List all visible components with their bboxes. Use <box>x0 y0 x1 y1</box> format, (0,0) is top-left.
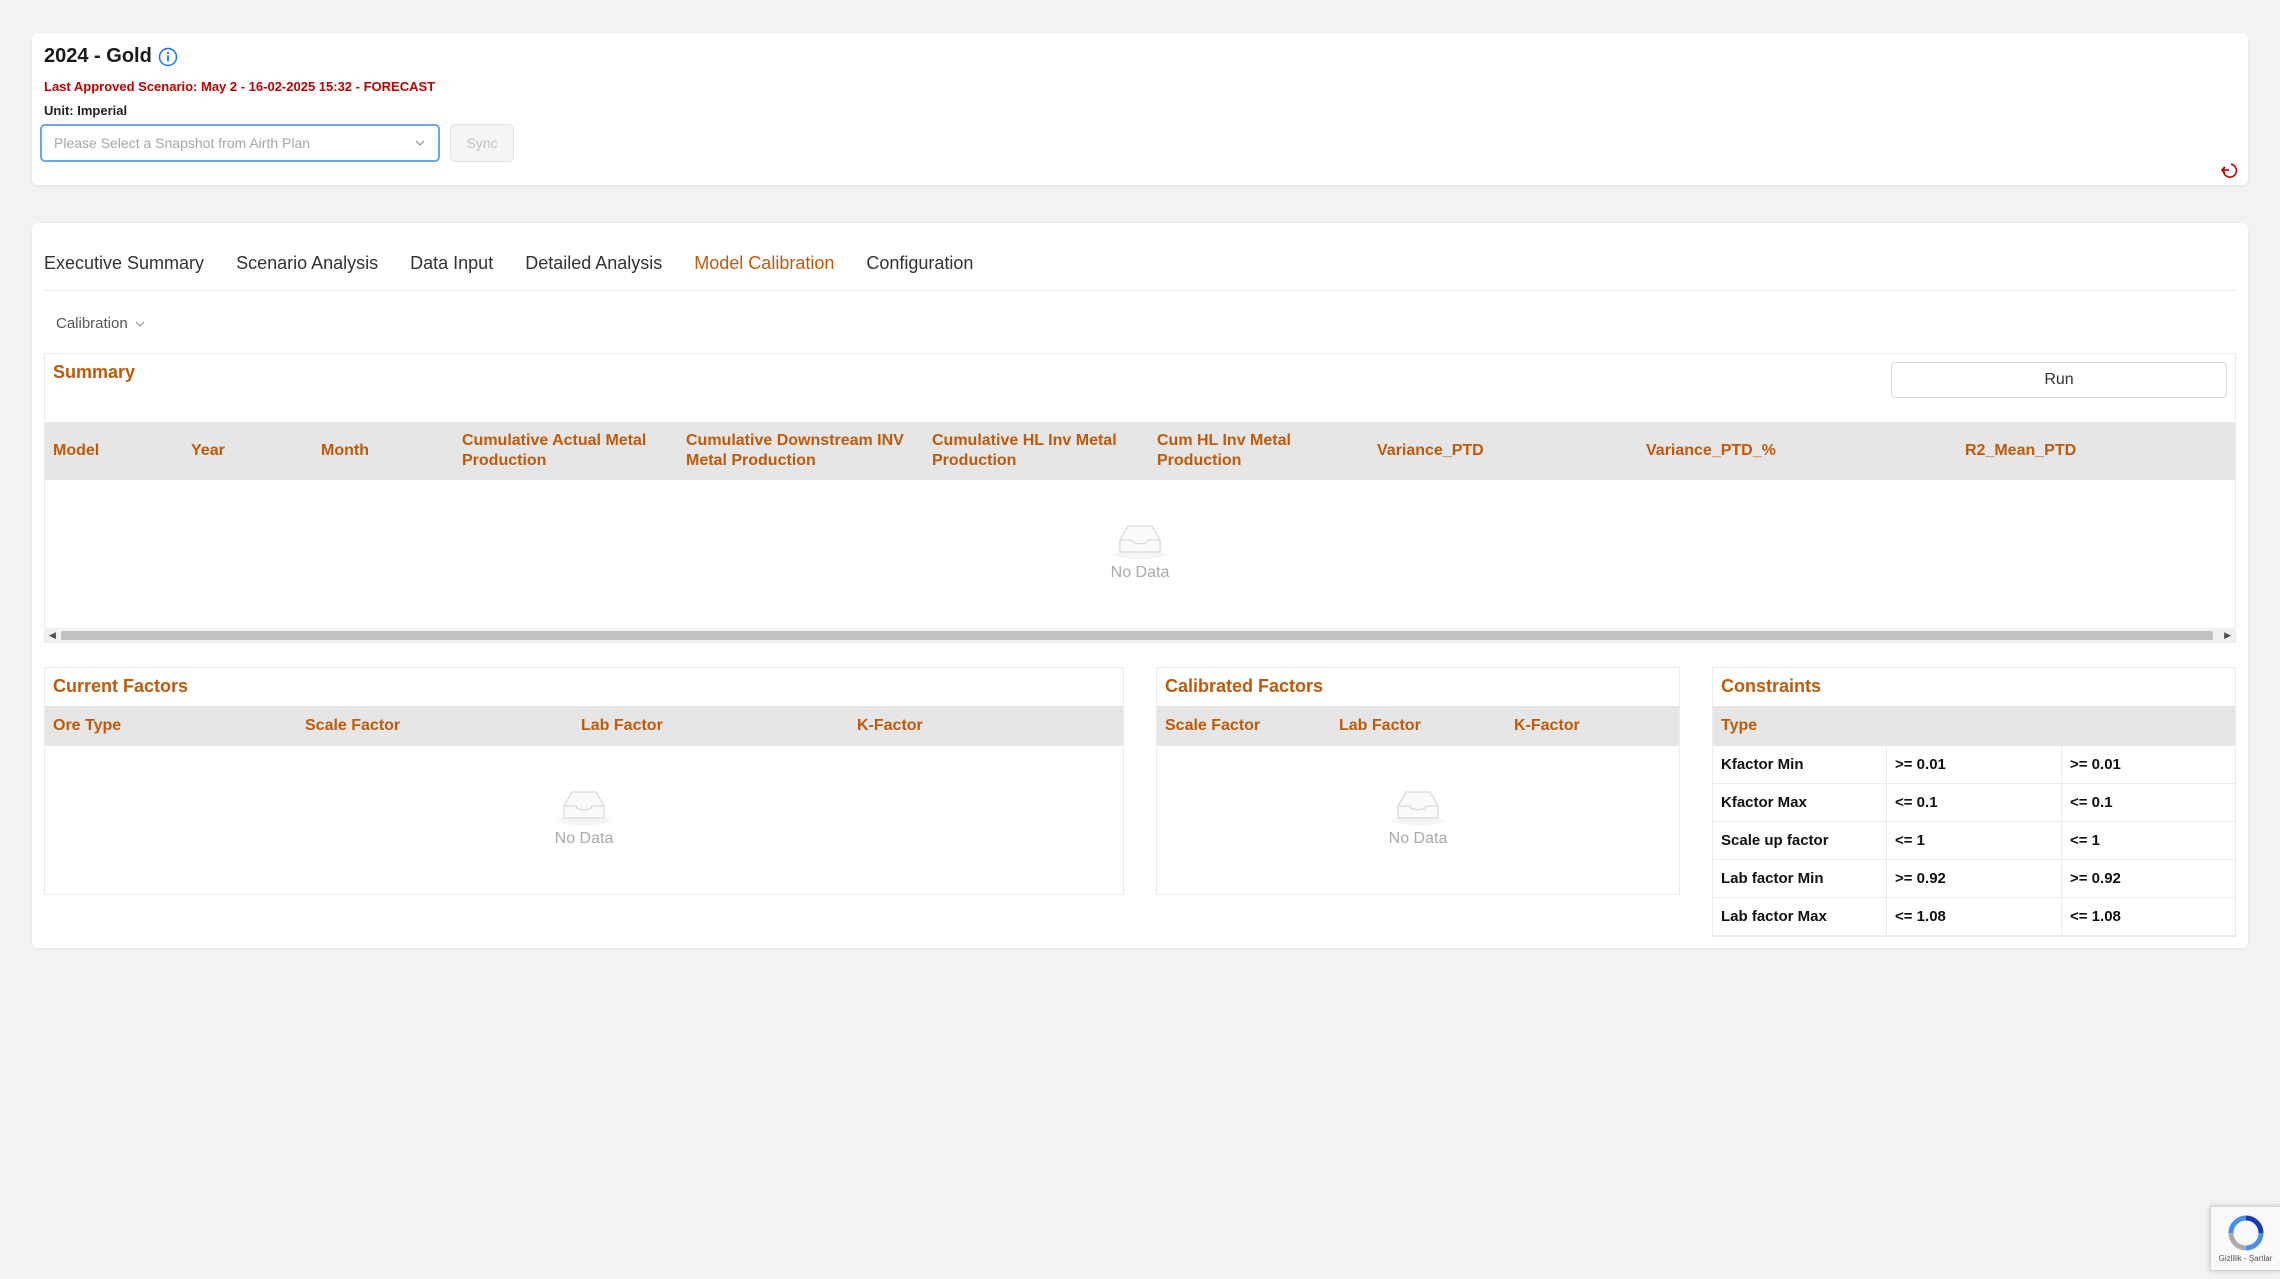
column-header[interactable]: Variance_PTD <box>1369 441 1638 461</box>
constraint-value: <= 1 <box>1887 822 2062 859</box>
page-title: 2024 - Gold <box>44 45 152 67</box>
column-header[interactable]: K-Factor <box>849 716 1119 736</box>
info-icon[interactable] <box>158 47 178 67</box>
sync-button[interactable]: Sync <box>450 124 514 162</box>
column-header[interactable]: Variance_PTD_% <box>1638 441 1957 461</box>
recaptcha-badge[interactable]: Gizlilik - Şartlar <box>2210 1206 2280 1271</box>
scrollbar-thumb[interactable] <box>61 631 2213 640</box>
recaptcha-icon <box>2228 1215 2263 1251</box>
summary-section: Summary Run Model Year Month Cumulative … <box>44 353 2236 643</box>
table-row: Kfactor Min >= 0.01 >= 0.01 <box>1713 746 2235 784</box>
constraint-value: <= 0.1 <box>2070 794 2113 811</box>
tab-executive-summary[interactable]: Executive Summary <box>44 251 204 290</box>
table-row: Lab factor Max <= 1.08 <= 1.08 <box>1713 898 2235 936</box>
calibrated-factors-panel: Calibrated Factors Scale Factor Lab Fact… <box>1156 667 1680 895</box>
column-header[interactable]: Year <box>183 441 313 461</box>
summary-title: Summary <box>53 362 136 382</box>
recaptcha-privacy-terms[interactable]: Gizlilik - Şartlar <box>2219 1254 2273 1263</box>
column-header[interactable]: Model <box>45 441 183 461</box>
empty-inbox-icon <box>1114 525 1166 559</box>
column-header[interactable]: Cumulative Downstream INV Metal Producti… <box>678 431 924 471</box>
tab-detailed-analysis[interactable]: Detailed Analysis <box>525 251 662 290</box>
tab-bar: Executive Summary Scenario Analysis Data… <box>44 251 2236 291</box>
constraints-title: Constraints <box>1721 676 1822 696</box>
constraint-value: <= 1.08 <box>2070 908 2121 925</box>
column-header[interactable]: Type <box>1713 716 1757 736</box>
horizontal-scrollbar[interactable]: ◀ ▶ <box>45 628 2235 642</box>
current-factors-empty-state: No Data <box>45 786 1123 848</box>
unit-label: Unit: <box>44 103 74 118</box>
scroll-right-arrow-icon[interactable]: ▶ <box>2224 630 2231 641</box>
snapshot-select[interactable]: Please Select a Snapshot from Airth Plan <box>40 124 440 162</box>
calibrated-factors-title: Calibrated Factors <box>1165 676 1324 696</box>
title-row: 2024 - Gold <box>44 45 178 68</box>
calibrated-factors-no-data: No Data <box>1388 830 1448 847</box>
header-card: 2024 - Gold Last Approved Scenario: May … <box>32 33 2248 185</box>
tab-model-calibration[interactable]: Model Calibration <box>694 251 834 290</box>
calibration-dropdown[interactable]: Calibration <box>56 315 146 332</box>
current-factors-panel: Current Factors Ore Type Scale Factor La… <box>44 667 1124 895</box>
column-header[interactable]: K-Factor <box>1506 716 1679 736</box>
column-header[interactable]: Ore Type <box>45 716 297 736</box>
constraints-panel: Constraints Type Kfactor Min >= 0.01 >= … <box>1712 667 2236 937</box>
table-row: Kfactor Max <= 0.1 <= 0.1 <box>1713 784 2235 822</box>
calibrated-factors-header: Scale Factor Lab Factor K-Factor <box>1157 706 1679 746</box>
column-header[interactable]: Scale Factor <box>1157 716 1331 736</box>
empty-inbox-icon <box>1392 791 1444 825</box>
current-factors-header: Ore Type Scale Factor Lab Factor K-Facto… <box>45 706 1123 746</box>
constraint-value: >= 0.92 <box>2070 870 2121 887</box>
summary-no-data: No Data <box>1110 564 1170 581</box>
constraints-table: Kfactor Min >= 0.01 >= 0.01 Kfactor Max … <box>1713 746 2235 936</box>
table-row: Lab factor Min >= 0.92 >= 0.92 <box>1713 860 2235 898</box>
constraint-type: Kfactor Min <box>1713 746 1887 783</box>
constraint-value: <= 1.08 <box>1887 898 2062 935</box>
unit-line: Unit: Imperial <box>44 103 127 118</box>
column-header[interactable]: Cumulative Actual Metal Production <box>454 431 678 471</box>
column-header[interactable]: Cum HL Inv Metal Production <box>1149 431 1369 471</box>
logout-icon[interactable] <box>2220 161 2238 179</box>
constraint-value: >= 0.92 <box>1887 860 2062 897</box>
run-button[interactable]: Run <box>1891 362 2227 398</box>
column-header[interactable]: Cumulative HL Inv Metal Production <box>924 431 1149 471</box>
current-factors-title: Current Factors <box>53 676 189 696</box>
main-card: Executive Summary Scenario Analysis Data… <box>32 223 2248 948</box>
unit-value: Imperial <box>77 103 128 118</box>
empty-inbox-icon <box>558 791 610 825</box>
tab-data-input[interactable]: Data Input <box>410 251 493 290</box>
column-header[interactable]: Month <box>313 441 454 461</box>
constraint-value: <= 0.1 <box>1887 784 2062 821</box>
scroll-left-arrow-icon[interactable]: ◀ <box>49 630 56 641</box>
constraint-type: Lab factor Min <box>1713 860 1887 897</box>
tab-configuration[interactable]: Configuration <box>866 251 973 290</box>
chevron-down-icon <box>135 321 145 327</box>
current-factors-no-data: No Data <box>554 830 614 847</box>
calibration-dropdown-label: Calibration <box>56 315 128 332</box>
constraints-header: Type <box>1713 706 2235 746</box>
chevron-down-icon <box>415 140 425 146</box>
column-header[interactable]: Lab Factor <box>573 716 849 736</box>
summary-table-header: Model Year Month Cumulative Actual Metal… <box>45 422 2235 480</box>
column-header[interactable]: Lab Factor <box>1331 716 1506 736</box>
constraint-value: <= 1 <box>2070 832 2101 849</box>
constraint-value: >= 0.01 <box>1887 746 2062 783</box>
snapshot-select-placeholder: Please Select a Snapshot from Airth Plan <box>54 135 311 151</box>
summary-empty-state: No Data <box>45 520 2235 582</box>
calibrated-factors-empty-state: No Data <box>1157 786 1679 848</box>
tab-scenario-analysis[interactable]: Scenario Analysis <box>236 251 378 290</box>
column-header[interactable]: Scale Factor <box>297 716 573 736</box>
constraint-type: Scale up factor <box>1713 822 1887 859</box>
constraint-type: Lab factor Max <box>1713 898 1887 935</box>
last-approved-scenario: Last Approved Scenario: May 2 - 16-02-20… <box>44 79 436 94</box>
constraint-type: Kfactor Max <box>1713 784 1887 821</box>
constraint-value: >= 0.01 <box>2070 756 2121 773</box>
table-row: Scale up factor <= 1 <= 1 <box>1713 822 2235 860</box>
column-header[interactable]: R2_Mean_PTD <box>1957 441 2227 461</box>
